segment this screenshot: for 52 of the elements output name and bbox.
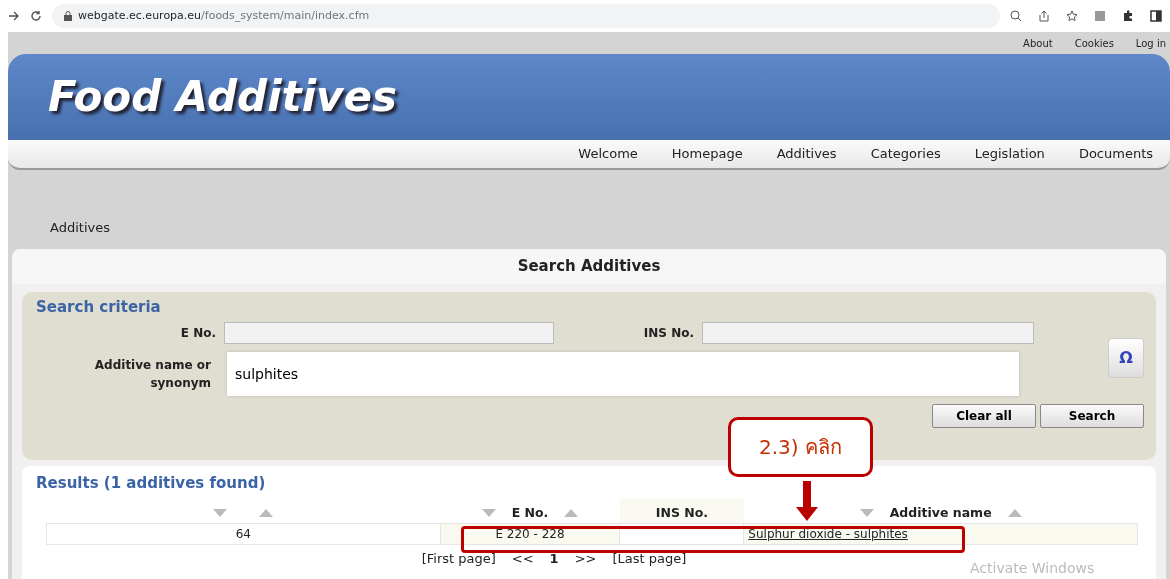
column-header: INS No. [655, 504, 709, 520]
nav-link[interactable]: Categories [853, 144, 958, 164]
os-watermark: Activate Windows [970, 559, 1095, 578]
pager-link[interactable]: >> [574, 548, 597, 569]
sort-descending-icon[interactable] [859, 508, 874, 517]
sort-descending-icon[interactable] [213, 508, 228, 517]
input-field[interactable] [224, 321, 554, 344]
sort-ascending-icon[interactable] [1007, 508, 1022, 517]
sort-descending-icon[interactable] [481, 508, 496, 517]
pager-link[interactable]: << [511, 548, 534, 569]
callout-bubble: 2.3) คลิก [728, 417, 873, 477]
reload-icon[interactable] [30, 10, 42, 22]
column-header: Additive name [889, 503, 992, 522]
section-title: Search criteria [36, 297, 162, 316]
top-link[interactable]: Log in [1135, 35, 1166, 51]
nav-link[interactable]: Additives [759, 144, 854, 164]
address-bar[interactable]: webgate.ec.europa.eu/foods_system/main/index.cfm [52, 4, 1000, 28]
nav-link[interactable]: Welcome [561, 144, 655, 164]
top-link[interactable]: About [1023, 35, 1053, 51]
puzzle-icon[interactable] [1122, 10, 1134, 22]
page-title: Search Additives [12, 249, 1166, 284]
top-link[interactable]: Cookies [1074, 35, 1114, 51]
section-title: Results (1 additives found) [36, 473, 267, 492]
special-characters-button[interactable]: Ω [1108, 337, 1144, 378]
field-label: Additive name or synonym [93, 356, 211, 392]
sidepanel-icon[interactable] [1150, 10, 1162, 22]
site-title: Food Additives [48, 71, 397, 123]
lock-icon [64, 11, 72, 21]
zoom-icon[interactable] [1010, 10, 1022, 22]
table-cell: 64 [235, 526, 251, 541]
pager-link[interactable]: [Last page] [612, 548, 687, 569]
table-cell: E 220 - 228 [495, 526, 565, 541]
pager-link[interactable]: [First page] [421, 548, 496, 569]
url-text: webgate.ec.europa.eu/foods_system/main/index.cfm [78, 7, 370, 24]
breadcrumb-text[interactable]: Additives [50, 217, 110, 237]
nav-link[interactable]: Homepage [654, 144, 760, 164]
nav-link[interactable]: Documents [1061, 144, 1170, 164]
sort-ascending-icon[interactable] [564, 508, 579, 517]
forward-icon[interactable] [8, 10, 20, 22]
input-field[interactable]: sulphites [227, 351, 1019, 396]
down-arrow [796, 481, 818, 521]
sort-ascending-icon[interactable] [259, 508, 274, 517]
nav-link[interactable]: Legislation [957, 144, 1062, 164]
share-icon[interactable] [1038, 10, 1050, 22]
field-label: INS No. [642, 324, 694, 342]
column-header: E No. [511, 503, 549, 522]
input-field[interactable] [702, 321, 1034, 344]
star-icon[interactable] [1066, 10, 1078, 22]
action-button[interactable]: Clear all [932, 403, 1036, 428]
current-page: 1 [549, 549, 559, 568]
field-label: E No. [179, 324, 216, 342]
action-button[interactable]: Search [1040, 403, 1144, 428]
